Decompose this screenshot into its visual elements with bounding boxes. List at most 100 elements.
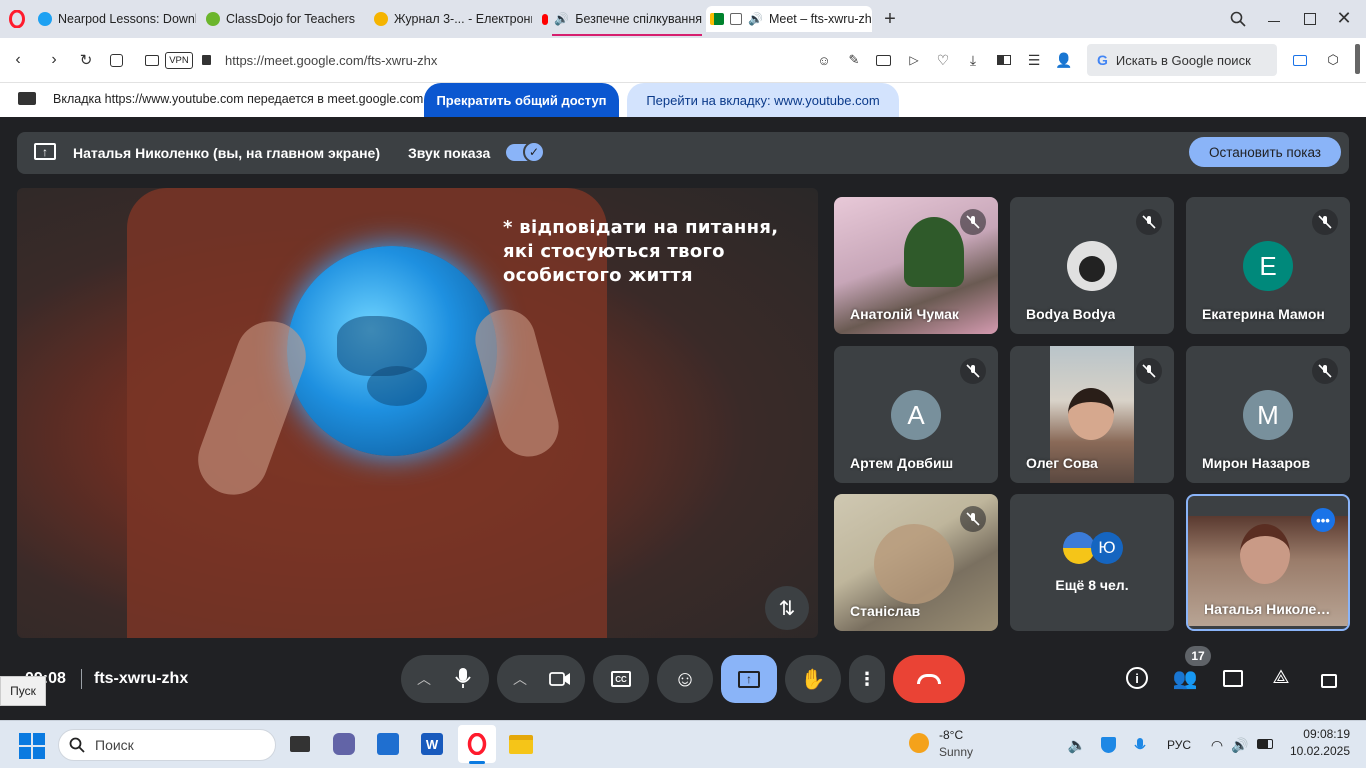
scrollbar-thumb[interactable] (1355, 44, 1360, 74)
more-participants-tile[interactable]: Ю Ещё 8 чел. (1010, 494, 1174, 631)
tab-journal[interactable]: Журнал 3-... - Електронні (370, 6, 532, 32)
raise-hand-button[interactable]: ✋ (785, 655, 841, 703)
participant-tile[interactable]: Олег Сова (1010, 346, 1174, 483)
sun-icon (374, 12, 388, 26)
participant-tile[interactable]: А Артем Довбиш (834, 346, 998, 483)
presenting-text: Наталья Николенко (вы, на главном экране… (73, 145, 381, 161)
forward-icon[interactable]: › (46, 51, 62, 68)
battery-saver-icon[interactable] (997, 55, 1011, 65)
profile-icon[interactable]: 👤 (1055, 52, 1072, 68)
weather-desc: Sunny (939, 745, 974, 759)
classdojo-icon (206, 12, 220, 26)
activities-button[interactable]: ⟁ (1268, 665, 1294, 691)
caption-line-1: * відповідати на питання, (503, 217, 779, 238)
sound-toggle[interactable]: ✓ (506, 141, 545, 163)
participant-tile[interactable]: Анатолій Чумак (834, 197, 998, 334)
task-view-icon[interactable] (285, 729, 315, 759)
tab-nearpod[interactable]: Nearpod Lessons: Downlo (34, 6, 196, 32)
opera-logo-icon[interactable] (8, 10, 26, 28)
people-button[interactable]: 👥 (1172, 665, 1198, 691)
chevron-up-icon[interactable]: ︿ (417, 669, 431, 689)
edit-icon[interactable]: ✎ (846, 52, 862, 68)
file-explorer-icon[interactable] (506, 729, 536, 759)
microphone-icon[interactable] (1132, 736, 1148, 754)
opera-active-indicator (469, 761, 485, 764)
stop-presenting-button[interactable]: Остановить показ (1189, 137, 1341, 167)
url-text[interactable]: https://meet.google.com/fts-xwru-zhx (225, 53, 437, 68)
host-controls-button[interactable] (1316, 665, 1342, 691)
download-icon[interactable]: ⤓ (965, 52, 981, 68)
stop-sharing-button[interactable]: Прекратить общий доступ (424, 83, 619, 117)
captions-icon: CC (611, 671, 631, 687)
reactions-button[interactable]: ☺ (657, 655, 713, 703)
captions-button[interactable]: CC (593, 655, 649, 703)
back-icon[interactable]: ‹ (10, 51, 26, 68)
new-tab-icon[interactable]: + (881, 8, 899, 30)
search-tabs-icon[interactable] (1229, 10, 1247, 28)
avatar: М (1243, 390, 1293, 440)
self-tile[interactable]: ••• Наталья Николенко (1186, 494, 1350, 631)
youtube-icon (542, 13, 549, 25)
participant-tile[interactable]: Станіслав (834, 494, 998, 631)
taskbar-search[interactable]: Поиск (58, 729, 276, 761)
volume-icon[interactable]: 🔈 (1068, 736, 1087, 754)
extensions-icon[interactable]: ⬡ (1325, 52, 1341, 68)
camera-icon[interactable] (145, 55, 159, 66)
tab-meet[interactable]: 🔊 Meet – fts-xwru-zh (706, 6, 872, 32)
sidebar-toggle-icon[interactable] (1293, 55, 1307, 66)
defender-icon[interactable] (1101, 737, 1116, 753)
leave-call-button[interactable] (893, 655, 965, 703)
swap-layout-button[interactable]: ⇅ (765, 586, 809, 630)
mic-icon[interactable] (455, 667, 471, 692)
language-indicator[interactable]: РУС (1167, 738, 1191, 752)
chat-button[interactable] (1220, 665, 1246, 691)
emoji-icon[interactable]: ☺ (816, 52, 832, 68)
close-window-icon[interactable]: ✕ (1334, 8, 1354, 28)
participant-video (904, 217, 964, 287)
google-icon: G (1097, 52, 1108, 68)
camera-control-group: ︿ (497, 655, 585, 703)
heart-icon[interactable]: ♡ (935, 52, 951, 68)
info-button[interactable]: i (1124, 665, 1150, 691)
opera-icon[interactable] (462, 729, 492, 759)
present-button[interactable]: ↑ (721, 655, 777, 703)
battery-icon[interactable] (1257, 739, 1273, 749)
windows-start-icon[interactable] (19, 733, 45, 759)
windows-taskbar: Поиск (0, 720, 1366, 768)
clock[interactable]: 09:08:19 10.02.2025 (1288, 727, 1350, 758)
tab-youtube[interactable]: 🔊 Безпечне спілкування (538, 6, 702, 32)
tab-classdojo[interactable]: ClassDojo for Teachers (202, 6, 364, 32)
store-icon[interactable] (373, 729, 403, 759)
participant-tile[interactable]: Е Екатерина Мамон (1186, 197, 1350, 334)
easy-setup-icon[interactable]: ☰ (1026, 52, 1042, 68)
participant-name: Екатерина Мамон (1202, 306, 1325, 322)
people-icon: 👥 (1172, 667, 1198, 690)
participant-tile[interactable]: М Мирон Назаров (1186, 346, 1350, 483)
tabs-grid-icon[interactable] (110, 54, 123, 67)
more-options-icon[interactable]: ••• (1311, 508, 1335, 532)
camera-icon[interactable] (549, 671, 571, 690)
speaker-icon[interactable]: 🔊 (1231, 736, 1249, 754)
info-icon: i (1126, 667, 1148, 689)
google-search-box[interactable]: G Искать в Google поиск (1087, 44, 1277, 76)
chat-app-icon[interactable] (329, 729, 359, 759)
present-screen-icon: ↑ (34, 143, 56, 160)
reload-icon[interactable]: ↻ (78, 52, 94, 69)
switch-to-tab-button[interactable]: Перейти на вкладку: www.youtube.com (627, 83, 899, 117)
play-icon[interactable]: ▷ (906, 52, 922, 68)
restore-icon[interactable] (1304, 13, 1316, 25)
wifi-icon[interactable]: ◠ (1208, 736, 1226, 754)
weather-temp: -8°C (939, 728, 964, 742)
snapshot-icon[interactable] (876, 55, 891, 66)
chevron-up-icon[interactable]: ︿ (513, 669, 527, 689)
more-options-button[interactable]: ⋮ (849, 655, 885, 703)
minimize-icon[interactable] (1268, 21, 1280, 22)
address-bar-row: ‹ › ↻ VPN https://meet.google.com/fts-xw… (0, 38, 1366, 83)
weather-widget[interactable]: -8°C Sunny (905, 727, 985, 763)
clock-time: 09:08:19 (1303, 727, 1350, 741)
participant-video (874, 524, 954, 604)
word-icon[interactable]: W (417, 729, 447, 759)
participant-tile[interactable]: Bodya Bodya (1010, 197, 1174, 334)
vpn-badge[interactable]: VPN (165, 52, 193, 69)
infobar-text: Вкладка https://www.youtube.com передает… (53, 92, 424, 106)
